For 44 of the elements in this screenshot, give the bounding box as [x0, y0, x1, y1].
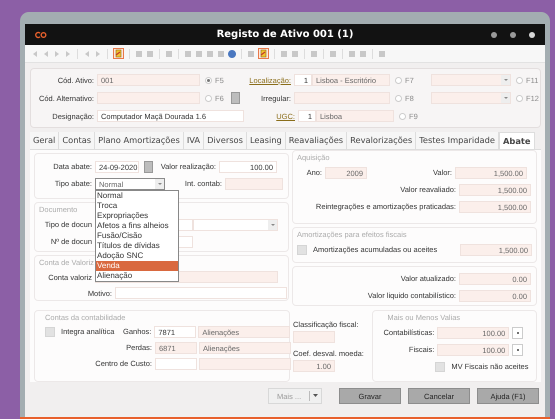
- sign-toggle-button[interactable]: [512, 344, 524, 356]
- dropdown-option[interactable]: Expropriações: [96, 210, 178, 221]
- input-field[interactable]: [199, 358, 291, 370]
- dropdown-option[interactable]: Afetos a fins alheios: [96, 220, 178, 231]
- dropdown-option[interactable]: Títulos de dívidas: [96, 240, 178, 252]
- tab[interactable]: Revalorizações: [347, 132, 416, 149]
- checkbox[interactable]: [435, 362, 446, 372]
- window-title: Registo de Ativo 001 (1): [216, 29, 354, 40]
- caret-icon: [312, 394, 318, 398]
- checkbox[interactable]: [297, 244, 307, 254]
- input-field[interactable]: [155, 358, 197, 370]
- maximize-button[interactable]: [510, 32, 516, 38]
- dropdown-option[interactable]: Troca: [96, 200, 178, 211]
- dropdown-option[interactable]: Venda: [96, 261, 178, 272]
- tab[interactable]: Plano Amortizações: [95, 132, 184, 149]
- dropdown[interactable]: [431, 92, 511, 104]
- next-icon[interactable]: [53, 50, 61, 58]
- minimize-button[interactable]: [491, 32, 497, 38]
- logo-icon: [35, 30, 47, 38]
- tab[interactable]: Leasing: [246, 132, 286, 149]
- input-field[interactable]: [115, 287, 287, 299]
- tab[interactable]: Diversos: [204, 132, 247, 149]
- dropdown-option[interactable]: Fusão/Cisão: [96, 230, 178, 241]
- input-field[interactable]: [225, 178, 283, 190]
- tab[interactable]: IVA: [184, 132, 204, 149]
- previous-icon[interactable]: [42, 50, 50, 58]
- sign-toggle-button[interactable]: [512, 326, 524, 338]
- dropdown-option[interactable]: Adoção SNC: [96, 251, 178, 262]
- dropdown-option[interactable]: Normal: [96, 190, 178, 201]
- dropdown[interactable]: [431, 74, 511, 86]
- tab[interactable]: Testes Imparidade: [416, 132, 499, 149]
- tab[interactable]: Contas: [59, 132, 96, 149]
- document-icon[interactable]: [113, 48, 124, 59]
- dropdown-option[interactable]: Alienação: [96, 271, 178, 282]
- date-picker-button[interactable]: [144, 160, 153, 172]
- checkbox[interactable]: [45, 326, 55, 336]
- tab[interactable]: Geral: [30, 132, 60, 149]
- document-icon[interactable]: [258, 48, 269, 59]
- dropdown[interactable]: [193, 218, 278, 230]
- input-field[interactable]: [293, 331, 335, 343]
- close-button[interactable]: [529, 32, 535, 38]
- browse-button[interactable]: [231, 92, 240, 104]
- tab[interactable]: Reavaliações: [286, 132, 348, 149]
- tab[interactable]: Abate: [498, 132, 535, 149]
